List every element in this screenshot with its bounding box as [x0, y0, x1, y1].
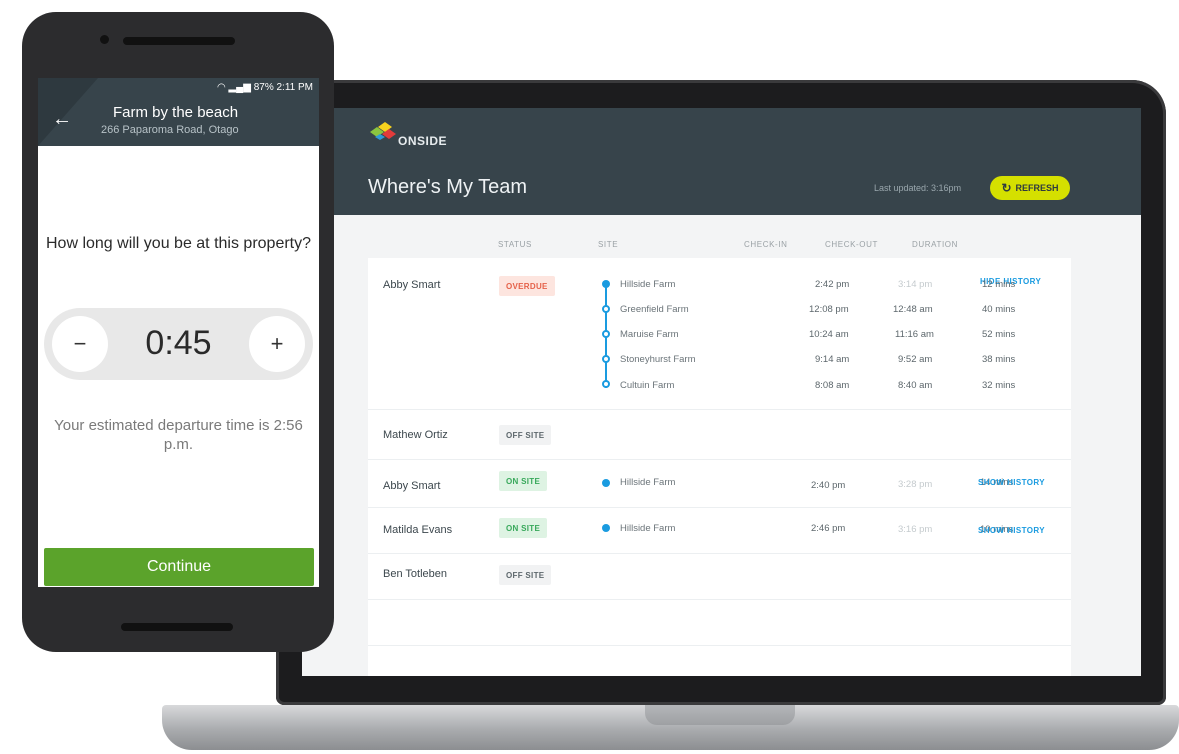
- member-name: Ben Totleben: [383, 568, 448, 580]
- check-out-time: 9:52 am: [898, 354, 933, 365]
- duration-stepper: − 0:45 +: [44, 308, 313, 380]
- show-history-link[interactable]: SHOW HISTORY: [978, 478, 1045, 487]
- check-in-time: 10:24 am: [809, 329, 849, 340]
- check-in-time: 2:42 pm: [815, 279, 850, 290]
- timeline-dot: [602, 380, 610, 388]
- check-out-time: 8:40 am: [898, 380, 933, 391]
- duration-value: 40 mins: [982, 304, 1016, 315]
- signal-icon: ▂▄▆: [228, 82, 251, 93]
- check-in-time: 9:14 am: [815, 354, 850, 365]
- check-in-time: 8:08 am: [815, 380, 850, 391]
- site-name: Stoneyhurst Farm: [620, 354, 696, 365]
- member-name: Matilda Evans: [383, 524, 453, 536]
- logo-mark-icon: [370, 122, 396, 140]
- table-row[interactable]: Abby Smart OVERDUE HIDE HISTORY Hillside…: [368, 258, 1071, 410]
- timeline-dot: [602, 524, 610, 532]
- logo-text: ONSIDE: [398, 134, 448, 148]
- dashboard-screen: ONSIDE Where's My Team Last updated: 3:1…: [302, 108, 1141, 676]
- estimated-departure-text: Your estimated departure time is 2:56 p.…: [54, 417, 303, 453]
- duration-value: 12 mins: [982, 279, 1016, 290]
- refresh-button[interactable]: ↻ REFRESH: [990, 176, 1070, 200]
- check-in-time: 12:08 pm: [809, 304, 849, 315]
- status-bar: ◠ ▂▄▆ 87% 2:11 PM: [217, 82, 313, 93]
- timeline-dot: [602, 330, 610, 338]
- site-name: Hillside Farm: [620, 523, 676, 534]
- check-out-time: 11:16 am: [895, 329, 934, 340]
- member-name: Abby Smart: [383, 279, 441, 291]
- check-out-time: 12:48 am: [893, 304, 933, 315]
- timeline-dot: [602, 305, 610, 313]
- site-name: Hillside Farm: [620, 279, 676, 290]
- check-in-time: 2:46 pm: [811, 523, 846, 534]
- status-badge: OFF SITE: [499, 425, 552, 445]
- column-header-check-in: CHECK-IN: [744, 240, 788, 249]
- phone-bottom-speaker: [121, 623, 233, 631]
- table-row[interactable]: Abby Smart ON SITE Hillside Farm 2:40 pm…: [368, 460, 1071, 508]
- column-header-status: STATUS: [498, 240, 532, 249]
- farm-address: 266 Paparoma Road, Otago: [101, 124, 239, 136]
- status-badge: OFF SITE: [499, 565, 552, 585]
- farm-name: Farm by the beach: [113, 104, 239, 121]
- site-name: Greenfield Farm: [620, 304, 689, 315]
- laptop-notch: [645, 705, 795, 725]
- status-badge: ON SITE: [499, 518, 548, 538]
- check-out-time: 3:16 pm: [898, 524, 933, 535]
- refresh-label: REFRESH: [1015, 183, 1059, 193]
- back-arrow-icon[interactable]: ←: [52, 108, 72, 131]
- duration-value: 52 mins: [982, 329, 1016, 340]
- app-header: ◠ ▂▄▆ 87% 2:11 PM ← Farm by the beach 26…: [38, 78, 319, 146]
- wifi-icon: ◠: [216, 82, 226, 93]
- table-row[interactable]: Matilda Evans ON SITE Hillside Farm 2:46…: [368, 508, 1071, 554]
- check-out-time: 3:14 pm: [898, 279, 933, 290]
- duration-value: 32 mins: [982, 380, 1016, 391]
- phone-speaker: [123, 37, 235, 45]
- phone-camera: [100, 35, 109, 44]
- column-header-duration: DURATION: [912, 240, 958, 249]
- page-title: Where's My Team: [368, 176, 528, 198]
- site-name: Maruise Farm: [620, 329, 679, 340]
- timeline-dot: [602, 280, 610, 288]
- table-row[interactable]: Mathew Ortiz OFF SITE: [368, 410, 1071, 460]
- empty-row: [368, 600, 1071, 646]
- show-history-link[interactable]: SHOW HISTORY: [978, 526, 1045, 535]
- phone-screen: ◠ ▂▄▆ 87% 2:11 PM ← Farm by the beach 26…: [38, 78, 319, 587]
- column-header-check-out: CHECK-OUT: [825, 240, 878, 249]
- column-header-site: SITE: [598, 240, 619, 249]
- status-text: 87% 2:11 PM: [253, 82, 313, 93]
- timeline-dot: [602, 479, 610, 487]
- onside-logo[interactable]: ONSIDE: [368, 122, 488, 148]
- dashboard-header: ONSIDE Where's My Team Last updated: 3:1…: [302, 108, 1141, 215]
- table-row[interactable]: Ben Totleben OFF SITE: [368, 554, 1071, 600]
- last-updated-text: Last updated: 3:16pm: [874, 183, 962, 193]
- check-out-time: 3:28 pm: [898, 479, 933, 490]
- continue-button[interactable]: Continue: [44, 548, 314, 586]
- status-badge: ON SITE: [499, 471, 548, 491]
- duration-question: How long will you be at this property?: [45, 235, 312, 252]
- status-badge: OVERDUE: [499, 276, 555, 296]
- timeline-dot: [602, 355, 610, 363]
- site-name: Hillside Farm: [620, 477, 676, 488]
- empty-row: [368, 646, 1071, 676]
- member-name: Abby Smart: [383, 480, 441, 492]
- check-in-time: 2:40 pm: [811, 480, 846, 491]
- member-name: Mathew Ortiz: [383, 429, 448, 441]
- site-name: Cultuin Farm: [620, 380, 675, 391]
- increase-button[interactable]: +: [249, 316, 305, 372]
- duration-value: 38 mins: [982, 354, 1016, 365]
- refresh-icon: ↻: [1001, 181, 1012, 195]
